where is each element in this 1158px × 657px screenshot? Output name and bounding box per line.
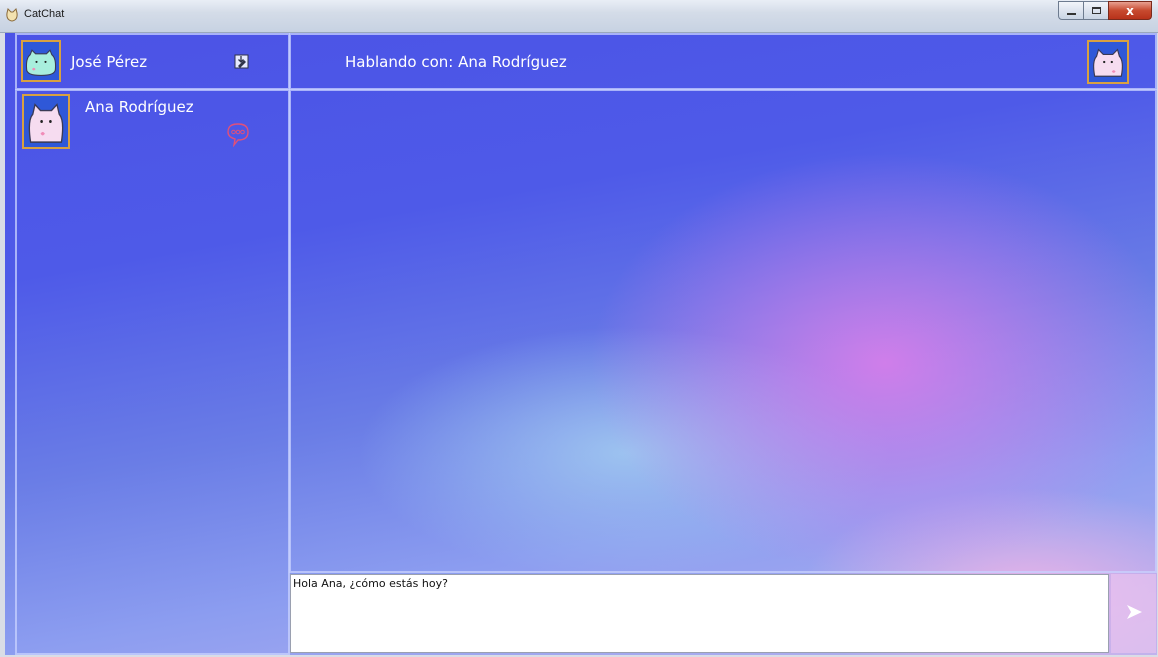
contact-header-avatar[interactable]	[1087, 40, 1129, 84]
chat-app: José Pérez Hablando con: Ana Rodríguez A…	[5, 33, 1157, 655]
chat-header: Hablando con: Ana Rodríguez	[289, 33, 1157, 90]
cat-app-icon	[5, 7, 19, 22]
window-titlebar: CatChat x	[0, 0, 1158, 33]
window-controls: x	[1058, 1, 1152, 21]
send-arrow-icon	[1124, 602, 1144, 626]
contacts-panel: Ana Rodríguez	[15, 89, 290, 655]
user-name: José Pérez	[71, 53, 148, 71]
messages-area	[289, 89, 1157, 573]
maximize-button[interactable]	[1083, 1, 1109, 20]
minimize-icon	[1066, 12, 1076, 15]
contact-item[interactable]: Ana Rodríguez	[17, 91, 288, 161]
chat-bubble-icon	[225, 121, 251, 148]
cat-avatar-icon	[1089, 42, 1127, 82]
cat-avatar-icon	[24, 96, 68, 147]
close-icon: x	[1126, 3, 1134, 18]
contact-avatar	[22, 94, 70, 149]
edit-profile-icon[interactable]	[234, 53, 250, 69]
contact-name: Ana Rodríguez	[85, 98, 194, 116]
minimize-button[interactable]	[1058, 1, 1084, 20]
window-title: CatChat	[24, 8, 65, 20]
chat-header-title: Hablando con: Ana Rodríguez	[345, 53, 567, 71]
close-button[interactable]: x	[1108, 1, 1152, 20]
send-button[interactable]	[1111, 574, 1156, 653]
user-header: José Pérez	[15, 33, 290, 90]
maximize-icon	[1091, 7, 1101, 14]
user-avatar[interactable]	[21, 40, 61, 82]
message-input[interactable]: Hola Ana, ¿cómo estás hoy?	[290, 574, 1109, 653]
cat-avatar-icon	[23, 42, 59, 80]
